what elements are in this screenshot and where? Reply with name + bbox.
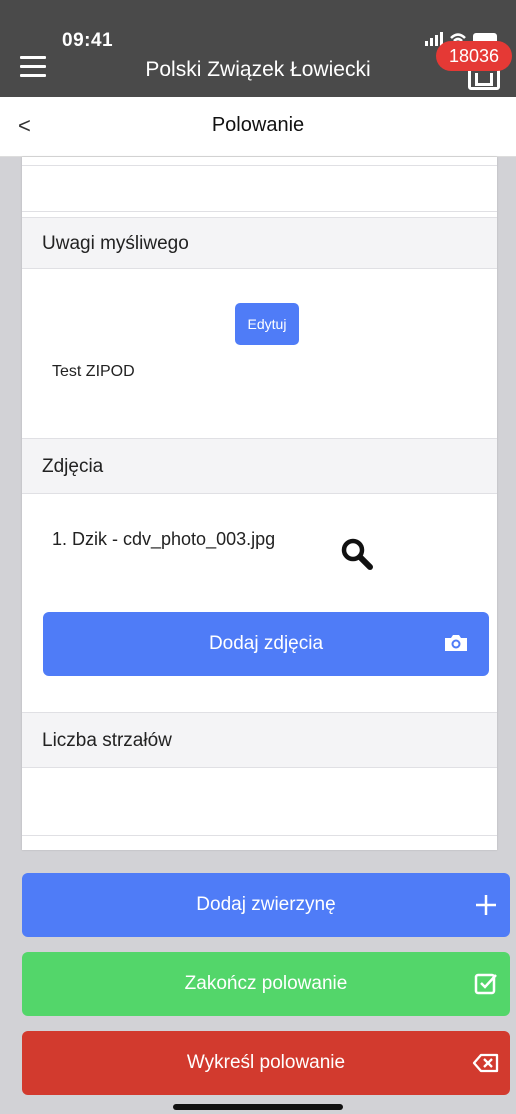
plus-icon bbox=[476, 895, 496, 915]
camera-icon bbox=[445, 635, 467, 651]
search-icon[interactable] bbox=[340, 537, 374, 571]
page-title: Polowanie bbox=[211, 114, 305, 136]
section-header-hunter-notes: Uwagi myśliwego bbox=[22, 217, 497, 269]
divider bbox=[22, 165, 497, 166]
finish-hunt-label: Zakończ polowanie bbox=[184, 973, 348, 994]
backspace-icon bbox=[472, 1053, 499, 1073]
notification-badge[interactable]: 18036 bbox=[436, 41, 512, 71]
checkbox-check-icon bbox=[474, 973, 497, 995]
sub-header: < Polowanie bbox=[0, 97, 516, 157]
section-header-photos: Zdjęcia bbox=[22, 438, 497, 494]
strike-hunt-button[interactable]: Wykreśl polowanie bbox=[22, 1031, 510, 1095]
add-game-label: Dodaj zwierzynę bbox=[196, 894, 336, 915]
app-bar: 09:41 Polski Związek Łowiecki 18036 bbox=[0, 0, 516, 97]
strike-hunt-label: Wykreśl polowanie bbox=[186, 1052, 346, 1073]
add-photos-label: Dodaj zdjęcia bbox=[208, 633, 324, 654]
add-photos-button[interactable]: Dodaj zdjęcia bbox=[43, 612, 489, 676]
photo-list-item: 1. Dzik - cdv_photo_003.jpg bbox=[52, 529, 276, 549]
add-game-button[interactable]: Dodaj zwierzynę bbox=[22, 873, 510, 937]
status-time: 09:41 bbox=[62, 30, 114, 51]
finish-hunt-button[interactable]: Zakończ polowanie bbox=[22, 952, 510, 1016]
divider bbox=[22, 835, 497, 836]
hunter-note-text: Test ZIPOD bbox=[52, 363, 135, 380]
home-indicator bbox=[173, 1104, 343, 1110]
edit-notes-button[interactable]: Edytuj bbox=[235, 303, 299, 345]
section-header-shot-count: Liczba strzałów bbox=[22, 712, 497, 768]
divider bbox=[22, 211, 497, 212]
hunt-details-card: Uwagi myśliwego Edytuj Test ZIPOD Zdjęci… bbox=[22, 157, 497, 850]
